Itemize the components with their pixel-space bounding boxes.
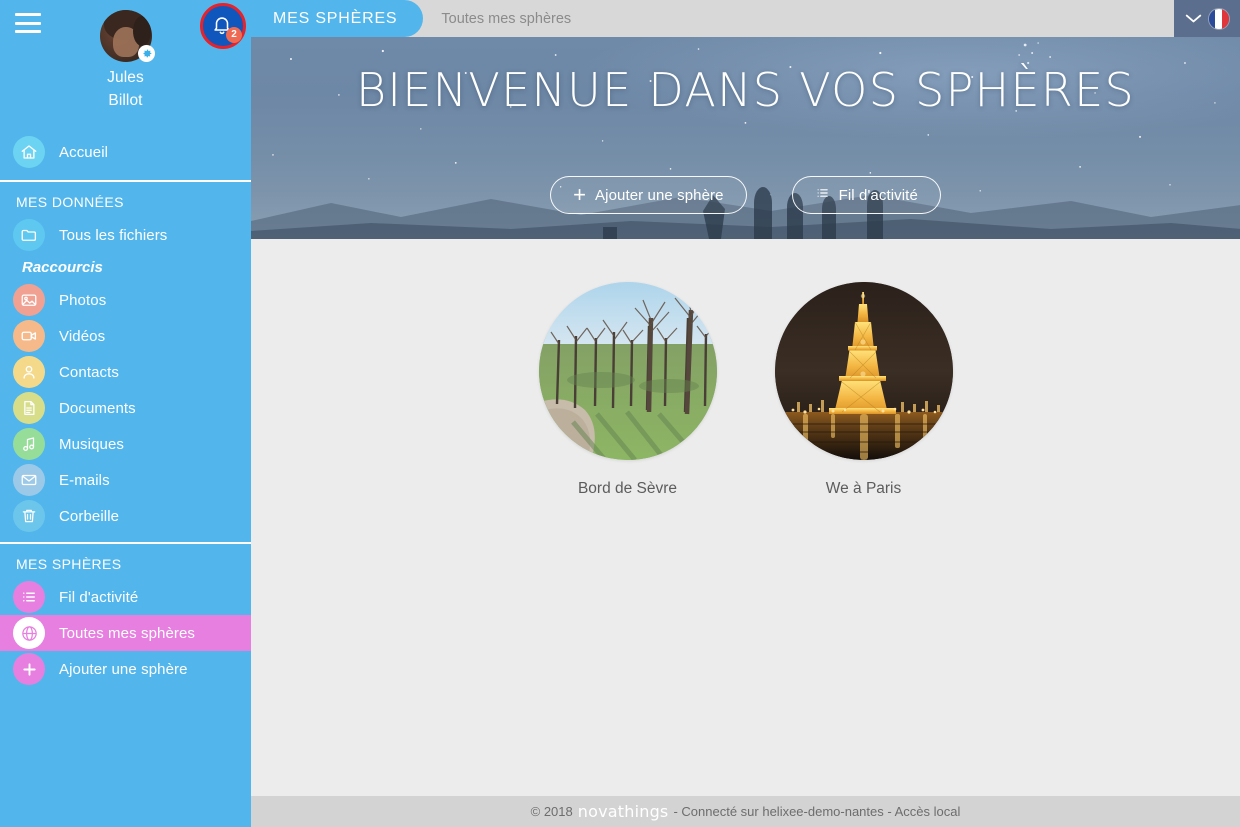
app-root: 2 Jules Billot Accueil MES DONNÉES Tous … — [0, 0, 1240, 827]
sidebar-item-label: Accueil — [59, 143, 109, 161]
brand-logo: novathings — [577, 802, 669, 821]
sidebar-item-toutes-mes-spheres[interactable]: Toutes mes sphères — [0, 615, 251, 651]
footer-copyright: © 2018 — [530, 804, 573, 819]
notifications-button[interactable]: 2 — [200, 3, 246, 49]
sidebar-subsection-raccourcis: Raccourcis — [22, 259, 103, 276]
sidebar-item-label: Fil d'activité — [59, 588, 139, 606]
activity-feed-label: Fil d'activité — [838, 186, 918, 204]
sphere-grid: Bord de Sèvre We à Paris — [251, 282, 1240, 498]
sidebar-item-label: E-mails — [59, 471, 110, 489]
topbar: MES SPHÈRES Toutes mes sphères — [251, 0, 1240, 37]
sidebar-header: 2 Jules Billot — [0, 0, 251, 128]
sidebar-item-label: Tous les fichiers — [59, 226, 168, 244]
home-icon — [13, 136, 45, 168]
sidebar-section-mes-spheres: MES SPHÈRES Fil d'activité Toutes mes sp… — [0, 544, 251, 695]
folder-icon — [13, 219, 45, 251]
breadcrumb[interactable]: Toutes mes sphères — [427, 0, 571, 37]
eiffel-photo — [774, 282, 953, 460]
content-area: Bord de Sèvre We à Paris — [251, 239, 1240, 796]
sphere-thumbnail — [774, 282, 953, 460]
notification-count: 2 — [226, 27, 242, 43]
sidebar-item-tous-les-fichiers[interactable]: Tous les fichiers — [0, 217, 251, 253]
hero-banner: BIENVENUE DANS VOS SPHÈRES + Ajouter une… — [251, 37, 1240, 239]
mail-icon — [13, 464, 45, 496]
add-sphere-label: Ajouter une sphère — [595, 186, 724, 204]
sidebar-item-label: Musiques — [59, 435, 124, 453]
trash-icon — [13, 500, 45, 532]
user-first-name: Jules — [107, 69, 144, 86]
sidebar-item-label: Toutes mes sphères — [59, 624, 196, 642]
globe-icon — [13, 617, 45, 649]
video-icon — [13, 320, 45, 352]
sphere-thumbnail — [538, 282, 717, 460]
sphere-card[interactable]: Bord de Sèvre — [526, 282, 730, 498]
sidebar-item-label: Vidéos — [59, 327, 106, 345]
sidebar-section-title: MES SPHÈRES — [16, 556, 122, 572]
sidebar-section-title: MES DONNÉES — [16, 194, 124, 210]
sidebar-item-photos[interactable]: Photos — [0, 282, 251, 318]
park-photo — [538, 282, 717, 460]
sidebar-item-accueil[interactable]: Accueil — [0, 134, 251, 170]
sidebar: 2 Jules Billot Accueil MES DONNÉES Tous … — [0, 0, 251, 827]
page-title: BIENVENUE DANS VOS SPHÈRES — [355, 63, 1136, 117]
photo-icon — [13, 284, 45, 316]
topbar-right-controls — [1174, 0, 1240, 37]
footer: © 2018 novathings - Connecté sur helixee… — [251, 796, 1240, 827]
sidebar-section-mes-donnees: MES DONNÉES Tous les fichiers Raccourcis — [0, 182, 251, 542]
list-icon — [13, 581, 45, 613]
sphere-name: Bord de Sèvre — [577, 480, 678, 497]
main-area: MES SPHÈRES Toutes mes sphères BIENVENUE… — [251, 0, 1240, 827]
sidebar-item-corbeille[interactable]: Corbeille — [0, 498, 251, 534]
sphere-name: We à Paris — [825, 480, 902, 497]
sidebar-item-musiques[interactable]: Musiques — [0, 426, 251, 462]
tab-mes-spheres[interactable]: MES SPHÈRES — [251, 0, 424, 37]
contact-icon — [13, 356, 45, 388]
list-icon — [815, 186, 830, 204]
sphere-card[interactable]: We à Paris — [762, 282, 966, 498]
sidebar-item-label: Contacts — [59, 363, 119, 381]
user-last-name: Billot — [108, 92, 143, 109]
music-icon — [13, 428, 45, 460]
sidebar-item-ajouter-une-sphere[interactable]: Ajouter une sphère — [0, 651, 251, 687]
gear-icon[interactable] — [138, 45, 155, 62]
sidebar-item-label: Ajouter une sphère — [59, 660, 188, 678]
avatar[interactable] — [100, 10, 155, 62]
footer-status: - Connecté sur helixee-demo-nantes - Acc… — [673, 804, 961, 819]
hamburger-icon[interactable] — [15, 13, 41, 33]
sidebar-item-label: Photos — [59, 291, 107, 309]
activity-feed-button[interactable]: Fil d'activité — [791, 176, 941, 214]
sidebar-item-videos[interactable]: Vidéos — [0, 318, 251, 354]
add-sphere-button[interactable]: + Ajouter une sphère — [550, 176, 747, 214]
sidebar-item-fil-activite[interactable]: Fil d'activité — [0, 579, 251, 615]
hero-actions: + Ajouter une sphère Fil d'activité — [251, 176, 1240, 214]
document-icon — [13, 392, 45, 424]
plus-icon — [13, 653, 45, 685]
user-name: Jules Billot — [0, 66, 251, 112]
sidebar-item-label: Corbeille — [59, 507, 120, 525]
sidebar-item-label: Documents — [59, 399, 136, 417]
sidebar-item-documents[interactable]: Documents — [0, 390, 251, 426]
flag-fr-icon[interactable] — [1207, 7, 1230, 30]
plus-icon: + — [573, 182, 587, 208]
chevron-down-icon[interactable] — [1185, 13, 1202, 24]
sidebar-item-contacts[interactable]: Contacts — [0, 354, 251, 390]
sidebar-item-emails[interactable]: E-mails — [0, 462, 251, 498]
